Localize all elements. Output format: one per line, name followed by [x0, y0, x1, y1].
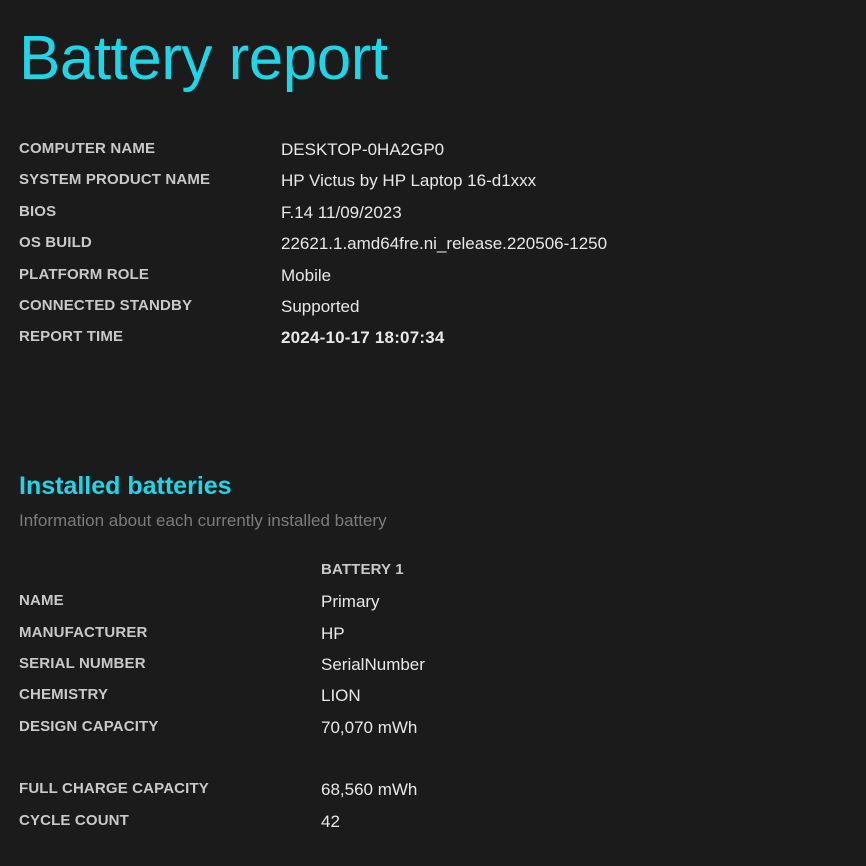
table-row: SYSTEM PRODUCT NAME HP Victus by HP Lapt…	[19, 171, 859, 202]
table-row: CONNECTED STANDBY Supported	[19, 297, 859, 328]
section-title: Installed batteries	[19, 471, 232, 500]
row-value: 42	[321, 811, 340, 831]
table-row: FULL CHARGE CAPACITY 68,560 mWh	[19, 780, 859, 811]
section-subtitle: Information about each currently install…	[19, 510, 387, 530]
row-value: Mobile	[281, 265, 332, 285]
battery-details-block: BATTERY 1 NAME Primary MANUFACTURER HP S…	[19, 561, 847, 844]
row-value: Supported	[281, 296, 360, 316]
installed-batteries-section: Installed batteries Information about ea…	[19, 471, 847, 844]
table-row: BIOS F.14 11/09/2023	[19, 203, 859, 234]
row-spacer	[19, 749, 859, 780]
table-row: NAME Primary	[19, 592, 859, 623]
table-row: CHEMISTRY LION	[19, 686, 859, 717]
row-value: 68,560 mWh	[321, 780, 418, 800]
battery-report-page: Battery report COMPUTER NAME DESKTOP-0HA…	[0, 0, 866, 866]
row-label: CHEMISTRY	[19, 686, 109, 704]
table-row: CYCLE COUNT 42	[19, 812, 859, 843]
system-summary-rows: COMPUTER NAME DESKTOP-0HA2GP0 SYSTEM PRO…	[19, 140, 859, 360]
row-value: Primary	[321, 592, 380, 612]
row-value: F.14 11/09/2023	[281, 202, 402, 222]
table-row: DESIGN CAPACITY 70,070 mWh	[19, 718, 859, 749]
row-value: 22621.1.amd64fre.ni_release.220506-1250	[281, 234, 608, 254]
table-row: PLATFORM ROLE Mobile	[19, 266, 859, 297]
row-label: FULL CHARGE CAPACITY	[19, 780, 209, 798]
row-value: LION	[321, 686, 361, 706]
row-label: COMPUTER NAME	[19, 140, 156, 157]
table-row: REPORT TIME 2024-10-17 18:07:34	[19, 328, 859, 359]
row-label: REPORT TIME	[19, 328, 124, 346]
page-title: Battery report	[19, 24, 388, 93]
row-spacer-cell	[19, 749, 321, 780]
row-value: HP	[321, 623, 345, 643]
row-label: SERIAL NUMBER	[19, 654, 146, 672]
row-label: PLATFORM ROLE	[19, 265, 149, 283]
battery-column-header: BATTERY 1	[321, 560, 404, 578]
row-label: CONNECTED STANDBY	[19, 296, 193, 314]
row-value: HP Victus by HP Laptop 16-d1xxx	[281, 171, 537, 191]
table-header-row: BATTERY 1	[19, 561, 859, 592]
table-row: SERIAL NUMBER SerialNumber	[19, 655, 859, 686]
system-summary-section: COMPUTER NAME DESKTOP-0HA2GP0 SYSTEM PRO…	[19, 140, 847, 360]
row-label-empty	[19, 561, 321, 592]
row-value: 70,070 mWh	[321, 717, 418, 737]
battery-details-rows: BATTERY 1 NAME Primary MANUFACTURER HP S…	[19, 561, 859, 844]
row-label: SYSTEM PRODUCT NAME	[19, 171, 211, 189]
table-row: OS BUILD 22621.1.amd64fre.ni_release.220…	[19, 234, 859, 265]
row-value: DESKTOP-0HA2GP0	[281, 140, 445, 159]
row-label: NAME	[19, 592, 64, 610]
row-label: MANUFACTURER	[19, 623, 148, 641]
row-label: DESIGN CAPACITY	[19, 717, 159, 735]
row-label: BIOS	[19, 202, 57, 220]
table-row: MANUFACTURER HP	[19, 624, 859, 655]
table-row: COMPUTER NAME DESKTOP-0HA2GP0	[19, 140, 859, 171]
row-value: SerialNumber	[321, 654, 425, 674]
row-label: CYCLE COUNT	[19, 811, 129, 829]
row-label: OS BUILD	[19, 234, 92, 252]
row-spacer-cell	[321, 749, 859, 780]
row-value: 2024-10-17 18:07:34	[281, 328, 445, 348]
system-summary-table: COMPUTER NAME DESKTOP-0HA2GP0 SYSTEM PRO…	[19, 140, 859, 360]
battery-details-table: BATTERY 1 NAME Primary MANUFACTURER HP S…	[19, 561, 859, 844]
